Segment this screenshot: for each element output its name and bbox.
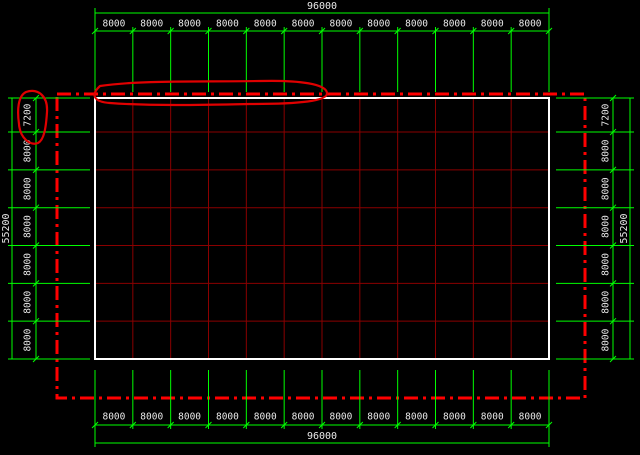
dim-text-segment: 8000 (254, 412, 277, 423)
dim-text-total: 96000 (307, 431, 337, 442)
dim-text-segment: 8000 (178, 412, 201, 423)
dim-text-segment: 8000 (23, 291, 34, 314)
dim-text-segment: 8000 (102, 19, 125, 30)
dim-text-segment: 8000 (23, 253, 34, 276)
dim-text-segment: 8000 (601, 328, 612, 351)
dim-text-segment: 8000 (23, 177, 34, 200)
dim-text-segment: 8000 (601, 139, 612, 162)
dim-text-segment: 7200 (601, 103, 612, 126)
dim-text-segment: 8000 (216, 19, 239, 30)
dim-text-segment: 8000 (178, 19, 201, 30)
dim-text-segment: 8000 (329, 412, 352, 423)
dim-text-segment: 8000 (292, 412, 315, 423)
dim-text-segment: 8000 (443, 412, 466, 423)
dim-text-segment: 8000 (254, 19, 277, 30)
dim-text-segment: 8000 (601, 177, 612, 200)
dim-text-segment: 8000 (601, 253, 612, 276)
dim-text-segment: 8000 (23, 215, 34, 238)
dim-text-segment: 8000 (102, 412, 125, 423)
dim-text-segment: 8000 (519, 19, 542, 30)
dim-text-total: 55200 (619, 213, 630, 243)
dim-text-segment: 8000 (292, 19, 315, 30)
dim-text-segment: 8000 (405, 412, 428, 423)
dim-text-segment: 7200 (23, 103, 34, 126)
dim-text-segment: 8000 (481, 412, 504, 423)
dim-text-segment: 8000 (405, 19, 428, 30)
dim-text-segment: 8000 (367, 19, 390, 30)
dim-text-segment: 8000 (140, 412, 163, 423)
dim-text-segment: 8000 (519, 412, 542, 423)
dim-text-segment: 8000 (601, 291, 612, 314)
dim-text-total: 55200 (1, 213, 12, 243)
dim-text-segment: 8000 (216, 412, 239, 423)
dim-text-segment: 8000 (601, 215, 612, 238)
dim-text-segment: 8000 (367, 412, 390, 423)
dim-text-segment: 8000 (140, 19, 163, 30)
dim-text-segment: 8000 (329, 19, 352, 30)
dim-text-segment: 8000 (443, 19, 466, 30)
dim-text-segment: 8000 (23, 328, 34, 351)
dim-text-total: 96000 (307, 1, 337, 12)
cad-floor-plan: 96000 8000 8000 8000 8000 8000 8000 8000 8000 800… (0, 0, 640, 455)
dim-text-segment: 8000 (481, 19, 504, 30)
